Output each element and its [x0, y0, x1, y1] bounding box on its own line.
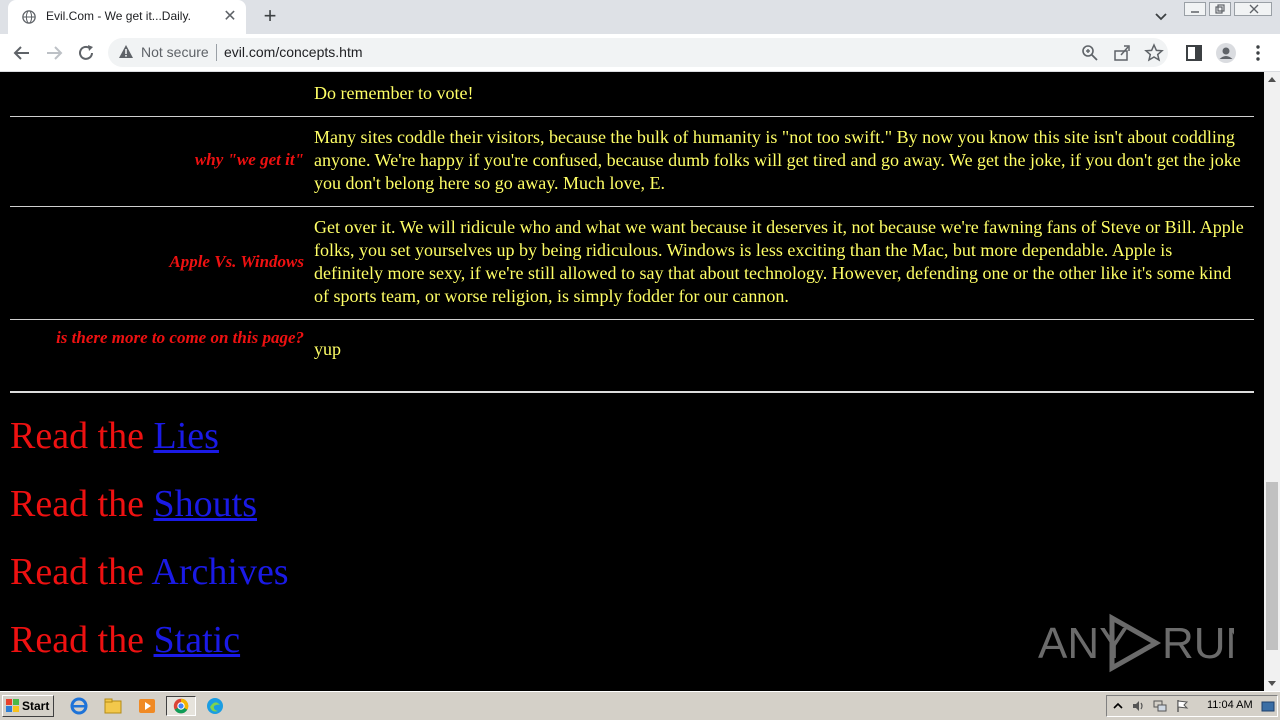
- anyrun-watermark-logo: ANY RUN: [1038, 613, 1234, 673]
- network-icon[interactable]: [1153, 699, 1167, 713]
- faq-answer: Get over it. We will ridicule who and wh…: [314, 217, 1244, 306]
- watermark-text-any: ANY: [1038, 619, 1128, 668]
- action-center-flag-icon[interactable]: [1175, 699, 1189, 713]
- read-line: Read the Static: [10, 618, 240, 662]
- tab-title: Evil.Com - We get it...Daily.: [46, 9, 191, 23]
- archives-link[interactable]: Archives: [151, 551, 288, 593]
- reload-icon[interactable]: [74, 41, 98, 65]
- file-explorer-icon[interactable]: [102, 696, 124, 716]
- volume-icon[interactable]: [1131, 699, 1145, 713]
- read-line: Read the Archives: [10, 550, 289, 594]
- security-label[interactable]: Not secure: [141, 44, 209, 60]
- side-panel-icon[interactable]: [1182, 41, 1206, 65]
- read-line: Read the Shouts: [10, 482, 257, 526]
- share-icon[interactable]: [1112, 43, 1132, 63]
- row-divider: [10, 116, 1254, 117]
- media-player-icon[interactable]: [136, 696, 158, 716]
- watermark-text-run: RUN: [1162, 619, 1234, 668]
- close-tab-icon[interactable]: ✕: [220, 7, 240, 27]
- section-divider: [10, 391, 1254, 393]
- globe-icon: [22, 10, 36, 24]
- tab-strip: Evil.Com - We get it...Daily. ✕ +: [0, 0, 1280, 34]
- scroll-up-icon[interactable]: [1268, 77, 1276, 82]
- scrollbar-thumb[interactable]: [1266, 482, 1278, 650]
- scroll-down-icon[interactable]: [1268, 681, 1276, 686]
- restore-icon[interactable]: [1209, 2, 1231, 16]
- warning-icon[interactable]: [118, 44, 134, 60]
- faq-answer: yup: [314, 339, 341, 359]
- row-divider: [10, 319, 1254, 320]
- url-text[interactable]: evil.com/concepts.htm: [224, 44, 363, 60]
- read-prefix: Read the: [10, 619, 145, 661]
- chrome-icon: [173, 698, 189, 714]
- start-button[interactable]: Start: [2, 695, 54, 717]
- faq-row: Do remember to vote!: [10, 82, 1254, 112]
- read-prefix: Read the: [10, 415, 145, 457]
- shouts-link[interactable]: Shouts: [154, 483, 257, 525]
- page-scrollbar[interactable]: [1264, 72, 1280, 691]
- static-link[interactable]: Static: [154, 619, 241, 661]
- star-icon[interactable]: [1144, 43, 1164, 63]
- faq-question: why "we get it": [194, 150, 304, 169]
- kebab-menu-icon[interactable]: [1246, 41, 1270, 65]
- faq-question: is there more to come on this page?: [56, 328, 304, 347]
- show-hidden-icons-icon[interactable]: [1111, 699, 1125, 713]
- close-window-icon[interactable]: [1234, 2, 1272, 16]
- read-prefix: Read the: [10, 483, 145, 525]
- faq-row: is there more to come on this page? yup: [10, 326, 1254, 386]
- windows-flag-icon: [6, 699, 19, 712]
- edge-icon[interactable]: [204, 696, 226, 716]
- browser-tab[interactable]: Evil.Com - We get it...Daily. ✕: [8, 0, 246, 34]
- new-tab-icon[interactable]: +: [258, 5, 282, 29]
- forward-arrow-icon[interactable]: [42, 41, 66, 65]
- faq-row: why "we get it" Many sites coddle their …: [10, 126, 1254, 204]
- faq-answer: Do remember to vote!: [314, 83, 474, 103]
- minimize-icon[interactable]: [1184, 2, 1206, 16]
- address-bar[interactable]: Not secure evil.com/concepts.htm: [108, 38, 1168, 67]
- profile-avatar-icon[interactable]: [1214, 41, 1238, 65]
- read-prefix: Read the: [10, 551, 145, 593]
- taskbar: Start 11:04 AM: [0, 691, 1280, 720]
- start-label: Start: [22, 699, 50, 713]
- back-arrow-icon[interactable]: [10, 41, 34, 65]
- internet-explorer-icon[interactable]: [68, 696, 90, 716]
- faq-question: Apple Vs. Windows: [169, 252, 304, 271]
- zoom-icon[interactable]: [1080, 43, 1100, 63]
- system-tray: 11:04 AM: [1106, 695, 1278, 717]
- chevron-down-icon[interactable]: [1150, 6, 1172, 28]
- faq-row: Apple Vs. Windows Get over it. We will r…: [10, 216, 1254, 316]
- browser-toolbar: Not secure evil.com/concepts.htm: [0, 34, 1280, 72]
- clock[interactable]: 11:04 AM: [1207, 699, 1253, 711]
- faq-answer: Many sites coddle their visitors, becaus…: [314, 127, 1241, 193]
- lies-link[interactable]: Lies: [154, 415, 219, 457]
- row-divider: [10, 206, 1254, 207]
- read-line: Read the Lies: [10, 414, 219, 458]
- omnibox-divider: [216, 44, 217, 61]
- show-desktop-icon[interactable]: [1261, 699, 1275, 713]
- web-page: Do remember to vote! why "we get it" Man…: [0, 72, 1264, 691]
- chrome-taskbar-button[interactable]: [166, 696, 196, 716]
